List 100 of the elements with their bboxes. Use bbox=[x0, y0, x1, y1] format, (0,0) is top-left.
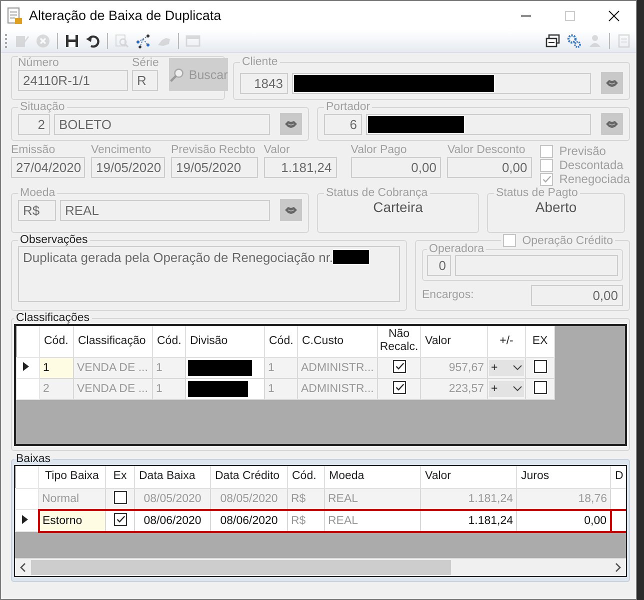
field-label: Número bbox=[18, 57, 60, 69]
table-cell: R$ bbox=[288, 510, 324, 532]
table-cell: 0,00 bbox=[516, 510, 610, 532]
text-field[interactable]: 19/05/2020 bbox=[171, 157, 258, 178]
text-field[interactable]: 2 bbox=[18, 114, 50, 134]
column-header[interactable]: Valor bbox=[420, 466, 516, 488]
notes-text: Duplicata gerada pela Operação de Renegociação nr. bbox=[23, 250, 334, 265]
table-cell: REAL bbox=[324, 488, 420, 510]
text-field[interactable]: REAL bbox=[60, 200, 270, 220]
column-header[interactable]: Data Baixa bbox=[134, 466, 210, 488]
undo-icon[interactable] bbox=[85, 33, 101, 49]
redaction-block bbox=[188, 380, 248, 396]
text-field[interactable] bbox=[455, 255, 618, 276]
redaction-block bbox=[188, 360, 252, 376]
gears-icon[interactable] bbox=[566, 33, 582, 49]
column-header[interactable]: Cód. bbox=[152, 326, 186, 357]
group-title: Classificações bbox=[15, 312, 90, 324]
table-cell: VENDA DE ... bbox=[74, 378, 152, 399]
field-label: Valor Pago bbox=[350, 144, 408, 156]
column-header[interactable]: Data Crédito bbox=[210, 466, 288, 488]
lookup-button[interactable] bbox=[601, 113, 623, 135]
checkbox[interactable] bbox=[114, 512, 126, 526]
text-field[interactable]: BOLETO bbox=[54, 114, 270, 134]
document-icon bbox=[7, 6, 23, 24]
table-cell: 223,57 bbox=[420, 378, 488, 399]
text-field[interactable]: 6 bbox=[324, 114, 362, 134]
column-header[interactable]: EX bbox=[526, 326, 554, 357]
status-value: Carteira bbox=[372, 199, 424, 215]
text-field[interactable]: 0,00 bbox=[350, 157, 442, 178]
group-title: Status de Pagto bbox=[495, 187, 579, 199]
table-cell: 1.181,24 bbox=[420, 510, 516, 532]
table-cell: 1 bbox=[264, 378, 298, 399]
table-cell: ADMINISTR... bbox=[298, 378, 378, 399]
column-header[interactable]: Juros bbox=[516, 466, 610, 488]
checkbox[interactable] bbox=[392, 380, 406, 394]
column-header[interactable]: Cód. bbox=[40, 326, 74, 357]
column-header[interactable]: +/- bbox=[488, 326, 526, 357]
text-field[interactable]: 27/04/2020 bbox=[11, 157, 85, 178]
lookup-button[interactable] bbox=[280, 199, 302, 221]
column-header[interactable]: Ex bbox=[106, 466, 134, 488]
table-cell: Estorno bbox=[38, 510, 106, 532]
checkbox[interactable] bbox=[534, 380, 546, 394]
notes-field[interactable]: Duplicata gerada pela Operação de Renegociação nr. bbox=[18, 246, 400, 302]
field-label: Previsão Recbto bbox=[171, 144, 256, 156]
column-header[interactable]: Moeda bbox=[324, 466, 420, 488]
table-cell: 08/06/2020 bbox=[210, 510, 288, 532]
text-field[interactable]: 0,00 bbox=[447, 157, 532, 178]
column-header[interactable]: D bbox=[610, 466, 626, 488]
sign-dropdown[interactable]: + bbox=[489, 360, 524, 376]
column-header[interactable]: Classificação bbox=[74, 326, 152, 357]
group-title: Moeda bbox=[19, 187, 56, 199]
horizontal-scrollbar[interactable] bbox=[15, 558, 626, 576]
table-cell: REAL bbox=[324, 510, 420, 532]
text-field[interactable]: 1.181,24 bbox=[264, 157, 337, 178]
close-icon bbox=[608, 10, 620, 22]
status-value: Aberto bbox=[534, 199, 578, 215]
table-cell: ADMINISTR... bbox=[298, 357, 378, 378]
field-label: Série bbox=[132, 57, 159, 69]
sign-dropdown[interactable]: + bbox=[489, 380, 524, 396]
row-pointer-icon bbox=[23, 362, 29, 370]
checkbox-label: Descontada bbox=[559, 158, 624, 172]
window-icon[interactable] bbox=[545, 33, 561, 49]
table-cell: 1 bbox=[152, 378, 186, 399]
text-field[interactable]: 24110R-1/1 bbox=[18, 70, 128, 91]
checkbox-label: Renegociada bbox=[559, 172, 630, 186]
group-title: Operadora bbox=[428, 243, 485, 255]
column-header[interactable]: Valor bbox=[420, 326, 488, 357]
group-title: Cliente bbox=[241, 56, 279, 68]
text-field[interactable]: 0,00 bbox=[531, 285, 623, 306]
text-field[interactable] bbox=[292, 72, 591, 94]
text-field[interactable]: 0 bbox=[427, 255, 451, 276]
column-header[interactable]: Divisão bbox=[186, 326, 264, 357]
text-field[interactable]: R$ bbox=[18, 200, 56, 220]
group-title: Portador bbox=[325, 101, 372, 113]
table-cell: 1 bbox=[40, 357, 74, 378]
redaction-block bbox=[333, 250, 370, 264]
chevron-down-icon bbox=[513, 364, 522, 370]
text-field[interactable]: 19/05/2020 bbox=[91, 157, 165, 178]
row-pointer-icon bbox=[22, 514, 28, 524]
lookup-button[interactable] bbox=[601, 72, 623, 94]
column-header[interactable]: Não Recalc. bbox=[378, 326, 420, 357]
nodes-icon[interactable] bbox=[135, 33, 151, 49]
maximize-icon bbox=[564, 10, 576, 22]
lookup-button[interactable] bbox=[280, 113, 302, 135]
column-header[interactable]: Cód. bbox=[288, 466, 324, 488]
group-title: Status de Cobrança bbox=[325, 187, 429, 199]
group-title: Situação bbox=[19, 101, 66, 113]
field-label: Emissão bbox=[11, 144, 56, 156]
checkbox[interactable] bbox=[392, 360, 406, 373]
table-cell: 2 bbox=[40, 378, 74, 399]
text-field[interactable]: 1843 bbox=[240, 72, 288, 94]
column-header[interactable]: Cód. bbox=[264, 326, 298, 357]
column-header[interactable]: Tipo Baixa bbox=[38, 466, 106, 488]
text-field[interactable]: R bbox=[132, 70, 158, 91]
field-label: Encargos: bbox=[422, 289, 474, 301]
text-field[interactable] bbox=[366, 114, 591, 134]
scrollbar-thumb[interactable] bbox=[31, 560, 451, 575]
column-header[interactable]: C.Custo bbox=[298, 326, 378, 357]
magnifier-icon bbox=[168, 66, 185, 82]
checkbox[interactable] bbox=[534, 360, 546, 372]
